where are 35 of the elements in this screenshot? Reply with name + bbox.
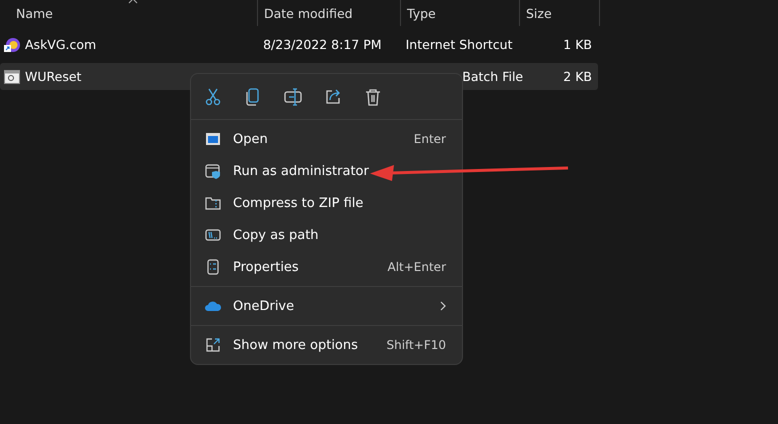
shield-window-icon xyxy=(205,163,221,179)
menu-item[interactable]: Run as administrator xyxy=(233,164,446,178)
menu-item[interactable]: Open xyxy=(233,132,414,146)
file-name: WUReset xyxy=(25,69,82,84)
path-icon xyxy=(205,227,221,243)
column-header[interactable]: Size xyxy=(520,0,600,26)
file-row[interactable]: AskVG.com 8/23/2022 8:17 PM Internet Shortcut 1 KB xyxy=(0,31,598,58)
share-icon[interactable] xyxy=(324,88,342,106)
menu-item[interactable]: Copy as path xyxy=(233,228,446,242)
properties-icon xyxy=(205,259,221,275)
window-icon xyxy=(205,131,221,147)
cut-icon[interactable] xyxy=(204,88,222,106)
file-type: Internet Shortcut xyxy=(406,37,512,52)
delete-icon[interactable] xyxy=(364,88,382,106)
column-header[interactable]: Name xyxy=(0,0,258,26)
cloud-icon xyxy=(204,300,222,312)
shortcut-label: Alt+Enter xyxy=(387,260,446,274)
file-name: AskVG.com xyxy=(25,37,96,52)
shortcut-label: Shift+F10 xyxy=(386,338,446,352)
menu-item[interactable]: OneDrive xyxy=(233,298,440,314)
menu-item[interactable]: Properties xyxy=(233,260,388,274)
column-header[interactable]: Date modified xyxy=(258,0,401,26)
shortcut-label: Enter xyxy=(414,132,446,146)
menu-item[interactable]: Compress to ZIP file xyxy=(233,196,446,210)
batch-file-icon xyxy=(4,70,20,84)
menu-item[interactable]: Show more options xyxy=(233,338,386,352)
zip-folder-icon xyxy=(205,195,221,211)
expand-icon xyxy=(205,337,221,353)
file-size: 2 KB xyxy=(563,69,592,84)
column-header[interactable]: Type xyxy=(401,0,520,26)
shortcut-icon xyxy=(4,36,20,52)
rename-icon[interactable] xyxy=(284,88,302,106)
file-date: 8/23/2022 8:17 PM xyxy=(263,37,382,52)
file-type: Batch File xyxy=(462,69,524,84)
file-size: 1 KB xyxy=(563,37,592,52)
